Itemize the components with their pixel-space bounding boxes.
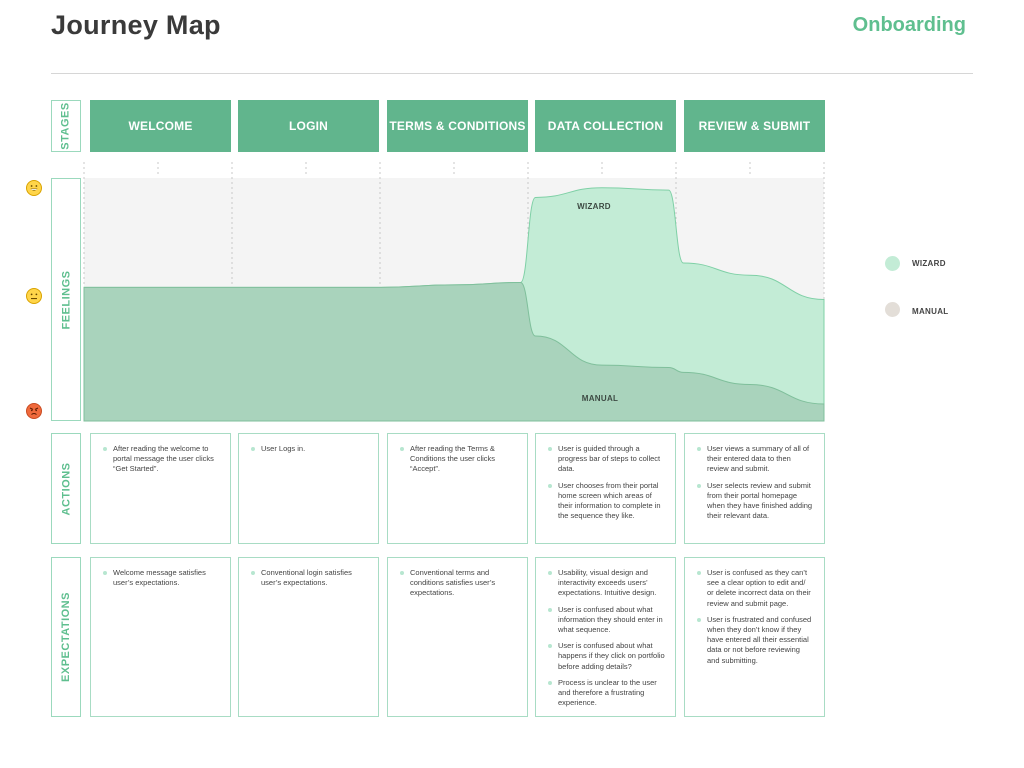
row-label-expectations: EXPECTATIONS xyxy=(51,557,81,717)
list-item: Usability, visual design and interactivi… xyxy=(548,568,665,599)
list-item: User is confused as they can’t see a cle… xyxy=(697,568,814,609)
list-item: User is frustrated and confused when the… xyxy=(697,615,814,666)
actions-card-data-collection: User is guided through a progress bar of… xyxy=(535,433,676,544)
series-label-wizard: WIZARD xyxy=(577,202,611,211)
expectations-card-welcome: Welcome message satisfies user’s expecta… xyxy=(90,557,231,717)
list-item: User is guided through a progress bar of… xyxy=(548,444,665,475)
expectations-card-review-submit: User is confused as they can’t see a cle… xyxy=(684,557,825,717)
list-item: After reading the welcome to portal mess… xyxy=(103,444,220,475)
feelings-chart: WIZARD MANUAL xyxy=(83,162,825,422)
legend-swatch-wizard xyxy=(885,256,900,271)
actions-card-review-submit: User views a summary of all of their ent… xyxy=(684,433,825,544)
row-label-actions: ACTIONS xyxy=(51,433,81,544)
series-label-manual: MANUAL xyxy=(582,394,618,403)
legend-label-wizard: WIZARD xyxy=(912,259,946,268)
actions-card-login: User Logs in. xyxy=(238,433,379,544)
list-item: User selects review and submit from thei… xyxy=(697,481,814,522)
list-item: Welcome message satisfies user’s expecta… xyxy=(103,568,220,588)
list-item: Conventional terms and conditions satisf… xyxy=(400,568,517,599)
legend-label-manual: MANUAL xyxy=(912,307,949,316)
list-item: User is confused about what happens if t… xyxy=(548,641,665,672)
list-item: Conventional login satisfies user’s expe… xyxy=(251,568,368,588)
list-item: User Logs in. xyxy=(251,444,368,454)
actions-card-welcome: After reading the welcome to portal mess… xyxy=(90,433,231,544)
expectations-card-data-collection: Usability, visual design and interactivi… xyxy=(535,557,676,717)
expectations-card-login: Conventional login satisfies user’s expe… xyxy=(238,557,379,717)
expectations-card-terms: Conventional terms and conditions satisf… xyxy=(387,557,528,717)
list-item: User chooses from their portal home scre… xyxy=(548,481,665,522)
list-item: After reading the Terms & Conditions the… xyxy=(400,444,517,475)
list-item: Process is unclear to the user and there… xyxy=(548,678,665,709)
legend-swatch-manual xyxy=(885,302,900,317)
actions-card-terms: After reading the Terms & Conditions the… xyxy=(387,433,528,544)
list-item: User is confused about what information … xyxy=(548,605,665,636)
list-item: User views a summary of all of their ent… xyxy=(697,444,814,475)
